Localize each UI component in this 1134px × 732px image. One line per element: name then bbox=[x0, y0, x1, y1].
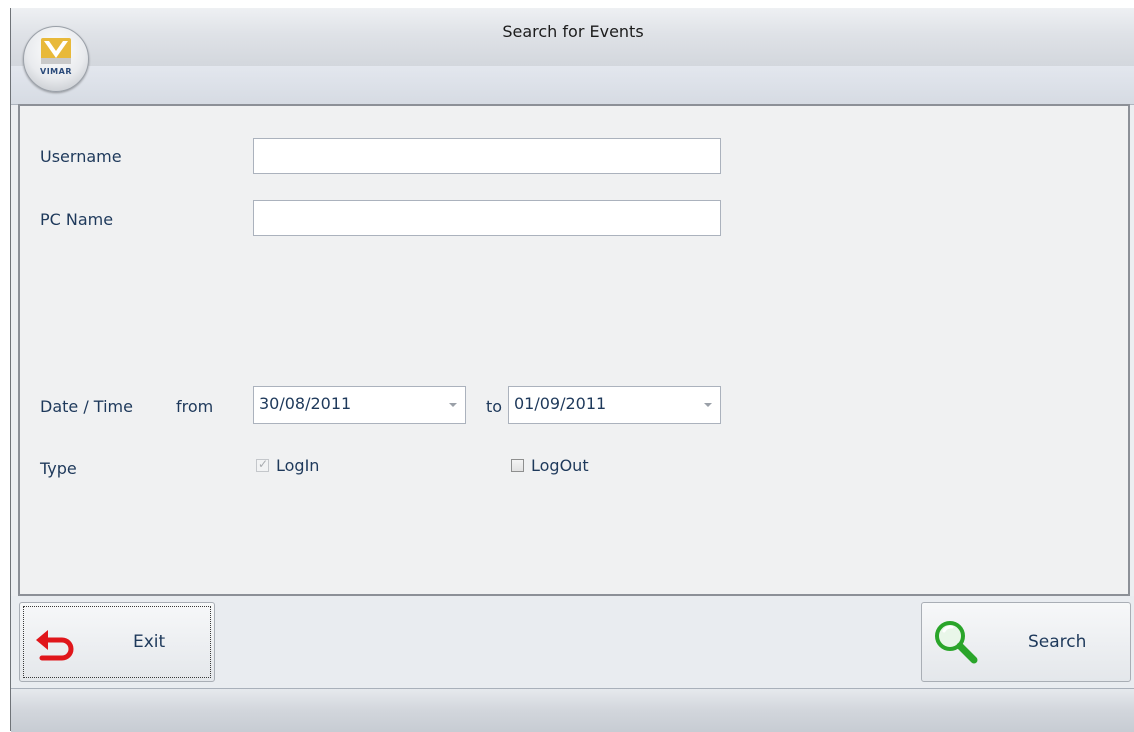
dropdown-arrow-icon[interactable] bbox=[449, 403, 457, 407]
search-events-window: Search for Events VIMAR Username PC Name… bbox=[10, 8, 1134, 732]
dropdown-arrow-icon[interactable] bbox=[704, 403, 712, 407]
title-bar: Search for Events bbox=[11, 8, 1134, 67]
app-logo[interactable]: VIMAR bbox=[23, 26, 89, 92]
search-magnifier-icon bbox=[935, 621, 978, 664]
from-date-picker[interactable]: 30/08/2011 bbox=[253, 386, 466, 424]
logo-icon bbox=[41, 38, 71, 64]
button-bar: Exit Search bbox=[11, 596, 1134, 688]
to-label: to bbox=[486, 397, 503, 416]
type-label: Type bbox=[40, 459, 77, 478]
from-label: from bbox=[176, 397, 214, 416]
exit-button-label: Exit bbox=[133, 632, 166, 652]
username-label: Username bbox=[40, 147, 122, 166]
check-mark-icon: ✓ bbox=[258, 457, 269, 471]
status-bar bbox=[11, 688, 1134, 732]
login-checkbox-label: LogIn bbox=[276, 456, 320, 475]
logout-checkbox-label: LogOut bbox=[531, 456, 589, 475]
exit-button[interactable]: Exit bbox=[19, 602, 215, 682]
to-date-value: 01/09/2011 bbox=[514, 394, 607, 413]
search-criteria-panel: Username PC Name Date / Time from 30/08/… bbox=[18, 104, 1130, 596]
logo-brand-text: VIMAR bbox=[40, 67, 72, 76]
ribbon-band bbox=[11, 66, 1134, 105]
window-title: Search for Events bbox=[502, 22, 644, 41]
search-button[interactable]: Search bbox=[921, 602, 1131, 682]
from-date-value: 30/08/2011 bbox=[259, 394, 352, 413]
pcname-label: PC Name bbox=[40, 210, 114, 229]
pcname-input[interactable] bbox=[253, 200, 721, 236]
exit-arrow-icon bbox=[36, 630, 74, 661]
search-button-label: Search bbox=[1028, 632, 1087, 652]
username-input[interactable] bbox=[253, 138, 721, 174]
login-checkbox[interactable]: ✓ bbox=[256, 457, 269, 472]
to-date-picker[interactable]: 01/09/2011 bbox=[508, 386, 721, 424]
datetime-label: Date / Time bbox=[40, 397, 133, 416]
logout-checkbox[interactable] bbox=[511, 459, 524, 472]
